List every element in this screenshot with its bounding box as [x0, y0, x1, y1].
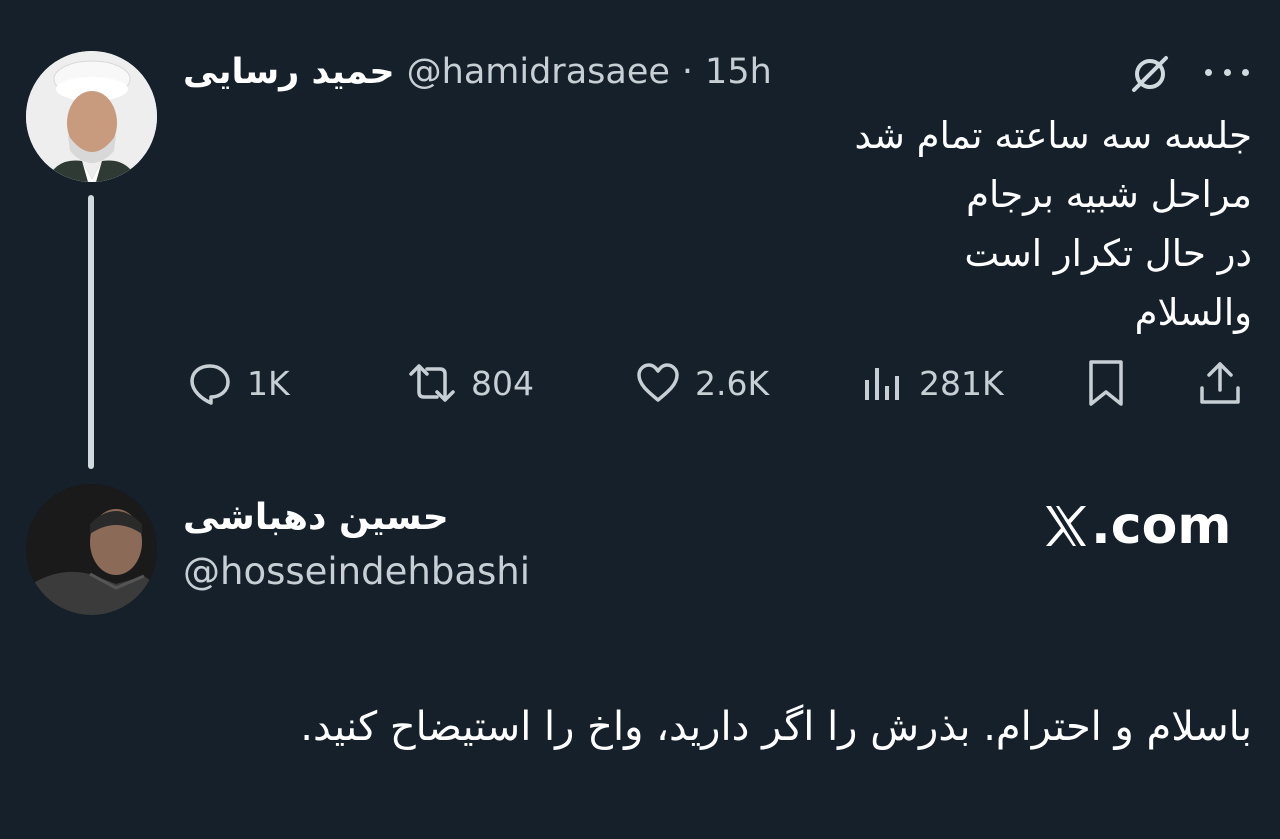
- bookmark-button[interactable]: [1083, 355, 1129, 411]
- reply-author-handle[interactable]: @hosseindehbashi: [183, 550, 530, 593]
- reply-button[interactable]: 1K: [187, 355, 290, 411]
- header-separator: ·: [681, 52, 694, 92]
- views-icon: [865, 368, 899, 400]
- views-button[interactable]: 281K: [861, 355, 1004, 411]
- heart-icon: [637, 363, 679, 402]
- avatar-image: [26, 484, 157, 615]
- brand-domain: .com: [1091, 496, 1232, 556]
- thread-connector: [88, 195, 94, 469]
- tweet-line: مراحل شبیه برجام: [966, 173, 1252, 216]
- tweet-line: در حال تکرار است: [964, 232, 1252, 275]
- bookmark-icon: [1089, 360, 1123, 406]
- repost-count: 804: [471, 363, 534, 403]
- tweet-header: حمید رسایی @hamidrasaee · 15h: [183, 44, 772, 100]
- share-icon: [1200, 362, 1240, 404]
- repost-button[interactable]: 804: [407, 355, 534, 411]
- view-count: 281K: [919, 363, 1004, 403]
- like-count: 2.6K: [695, 363, 770, 403]
- tweet-action-bar: 1K 804 2.6K 281K: [183, 355, 1253, 411]
- like-button[interactable]: 2.6K: [635, 355, 769, 411]
- reply-icon: [190, 364, 230, 405]
- author-display-name[interactable]: حمید رسایی: [183, 52, 395, 92]
- reply-count: 1K: [247, 363, 290, 403]
- tweet-text: جلسه سه ساعته تمام شد مراحل شبیه برجام د…: [855, 106, 1253, 342]
- more-icon[interactable]: [1205, 60, 1249, 84]
- brand-watermark: .com: [1043, 496, 1232, 556]
- x-logo-icon: [1046, 506, 1086, 546]
- tweet-time[interactable]: 15h: [705, 52, 772, 92]
- tweet-line: والسلام: [1134, 291, 1252, 334]
- reply-text: باسلام و احترام. بذرش را اگر دارید، واخ …: [300, 704, 1252, 750]
- reply-author-avatar[interactable]: [26, 484, 157, 615]
- thread-view: حمید رسایی @hamidrasaee · 15h جلسه سه سا…: [0, 0, 1280, 839]
- grok-icon[interactable]: [1126, 50, 1174, 98]
- reply-author-display-name[interactable]: حسین دهباشی: [183, 497, 449, 538]
- share-button[interactable]: [1195, 355, 1245, 411]
- repost-icon: [409, 364, 455, 402]
- author-handle[interactable]: @hamidrasaee: [407, 52, 670, 92]
- avatar-image: [26, 51, 157, 182]
- tweet-line: جلسه سه ساعته تمام شد: [854, 114, 1253, 157]
- author-avatar[interactable]: [26, 51, 157, 182]
